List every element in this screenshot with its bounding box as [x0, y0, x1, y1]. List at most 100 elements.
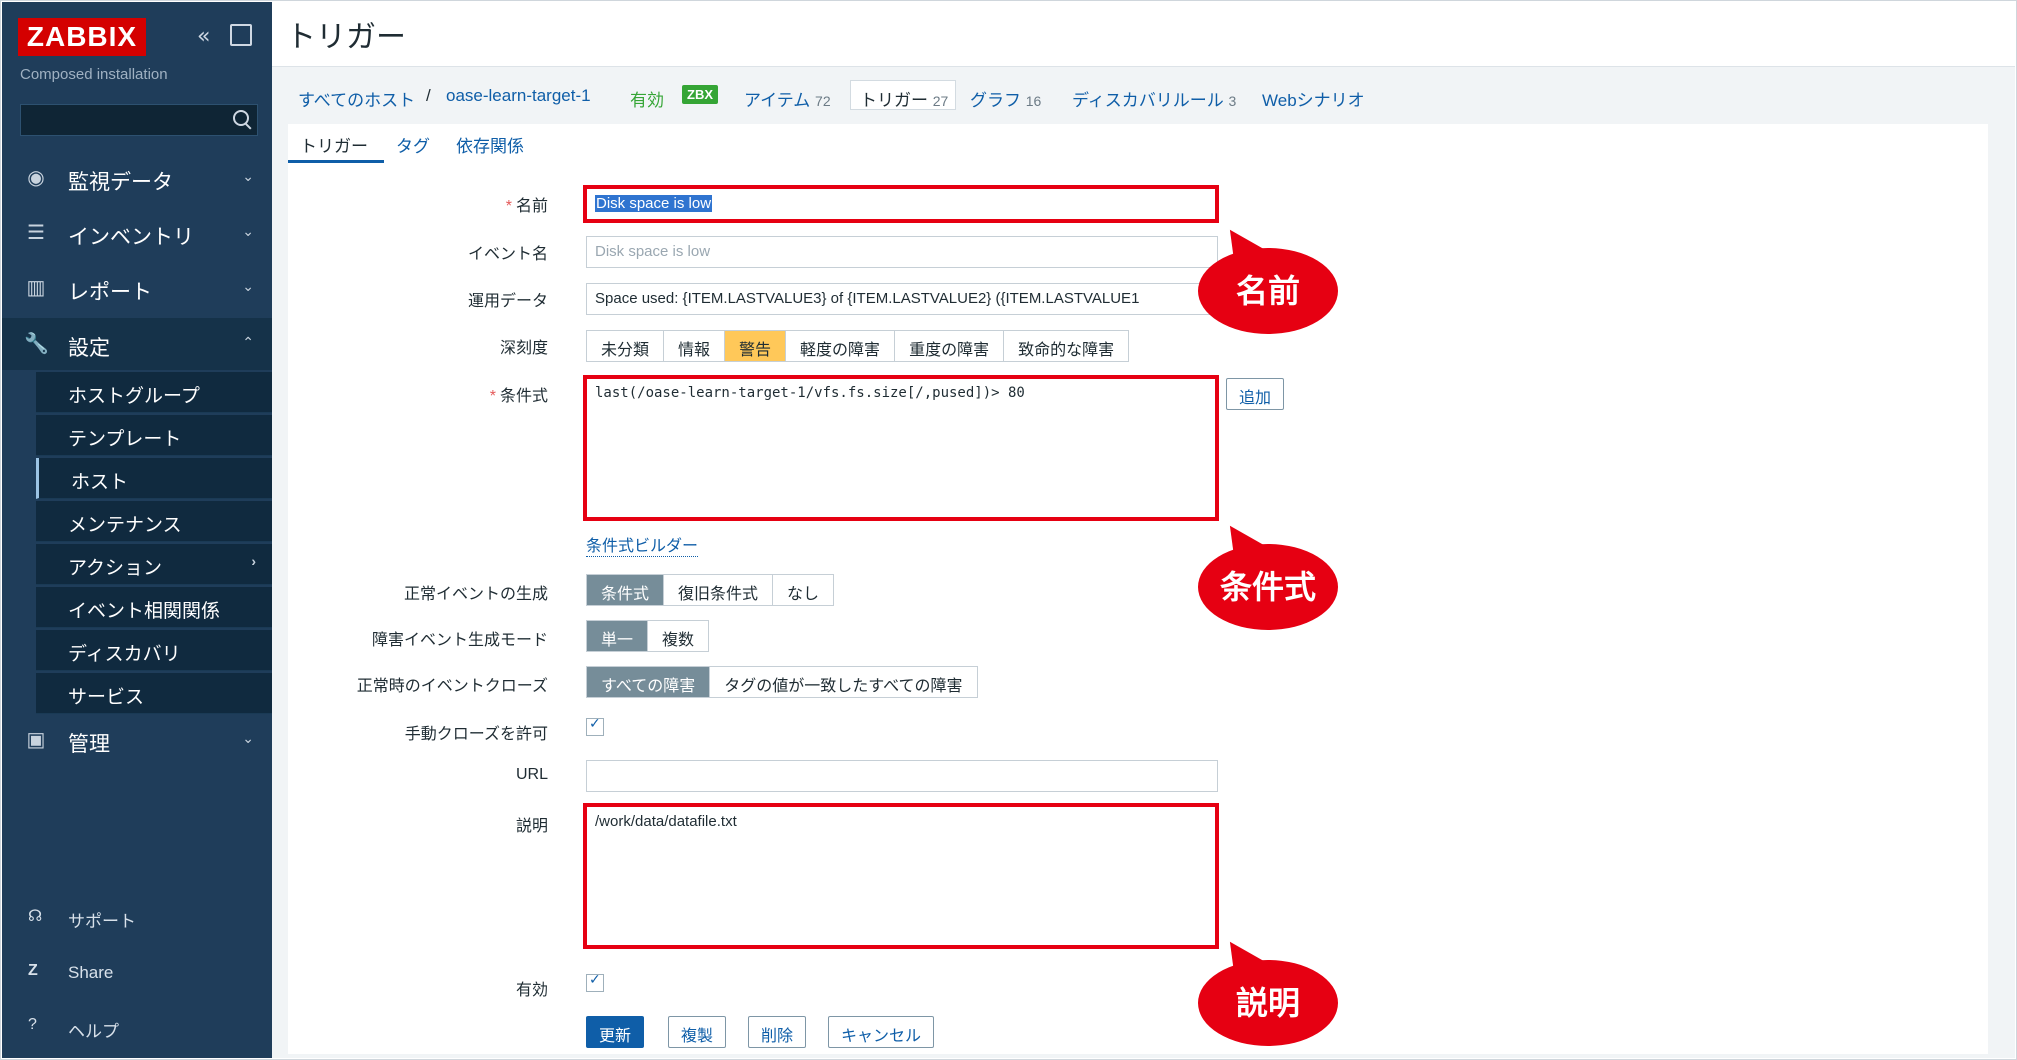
sidebar-item-monitoring[interactable]: ◉ 監視データ ⌄ — [2, 152, 272, 204]
share-icon: Z — [28, 962, 38, 979]
problem-mode-single[interactable]: 単一 — [587, 621, 649, 651]
sidebar-help[interactable]: ? ヘルプ — [2, 1006, 272, 1050]
severity-label: 深刻度 — [499, 340, 548, 357]
chevron-down-icon: ⌄ — [242, 168, 254, 184]
breadcrumb-graphs[interactable]: グラフ 16 — [970, 86, 1041, 111]
chevron-right-icon: › — [251, 553, 256, 569]
collapse-icon[interactable]: « — [197, 24, 210, 49]
event-name-input[interactable]: Disk space is low — [586, 236, 1218, 268]
sidebar-item-administration[interactable]: ▣ 管理 ⌄ — [2, 714, 272, 766]
chevron-down-icon: ⌄ — [242, 278, 254, 294]
ok-event-none[interactable]: なし — [773, 575, 833, 605]
sidebar-subitem-event-correlation[interactable]: イベント相関関係 — [36, 587, 272, 628]
sidebar-item-configuration[interactable]: 🔧 設定 ⌃ — [2, 318, 272, 370]
manual-close-label: 手動クローズを許可 — [404, 726, 548, 743]
description-callout: 説明 — [1198, 960, 1338, 1046]
add-expression-button[interactable]: 追加 — [1226, 378, 1285, 410]
breadcrumb-host[interactable]: oase-learn-target-1 — [446, 86, 591, 106]
enabled-label: 有効 — [515, 982, 548, 999]
name-label: * 名前 — [505, 198, 548, 215]
breadcrumb-discovery-rules[interactable]: ディスカバリルール 3 — [1072, 86, 1236, 111]
sidebar-item-reports[interactable]: ▥ レポート ⌄ — [2, 262, 272, 314]
ok-event-generation-selector: 条件式 復旧条件式 なし — [586, 574, 835, 606]
sidebar-subitem-actions[interactable]: アクション › — [36, 544, 272, 585]
tab-tags[interactable]: タグ — [396, 132, 430, 157]
operational-data-input[interactable]: Space used: {ITEM.LASTVALUE3} of {ITEM.L… — [586, 283, 1218, 315]
search-icon[interactable] — [233, 110, 249, 126]
tab-dependencies[interactable]: 依存関係 — [456, 132, 524, 157]
sidebar: ZABBIX « Composed installation ◉ 監視データ ⌄… — [2, 2, 275, 1058]
description-label: 説明 — [515, 818, 548, 835]
cancel-button[interactable]: キャンセル — [828, 1016, 935, 1048]
sidebar-item-label: レポート — [68, 281, 152, 304]
bar-chart-icon: ▥ — [26, 277, 46, 299]
main-content: トリガー すべてのホスト / oase-learn-target-1 有効 ZB… — [272, 2, 2015, 1058]
trigger-form: * 名前 Disk space is low イベント名 Disk space i… — [288, 164, 1988, 1054]
ok-event-closes-selector: すべての障害 タグの値が一致したすべての障害 — [586, 666, 978, 698]
sidebar-subitem-maintenance[interactable]: メンテナンス — [36, 501, 272, 542]
sidebar-subitem-hosts[interactable]: ホスト — [36, 458, 275, 499]
name-input[interactable]: Disk space is low — [586, 188, 1218, 220]
sidebar-item-label: 管理 — [68, 733, 110, 756]
breadcrumb-all-hosts[interactable]: すべてのホスト — [298, 86, 415, 111]
sidebar-subitem-discovery[interactable]: ディスカバリ — [36, 630, 272, 671]
severity-warning[interactable]: 警告 — [725, 331, 787, 361]
severity-high[interactable]: 重度の障害 — [895, 331, 1005, 361]
sidebar-subitem-services[interactable]: サービス — [36, 673, 272, 714]
chevron-down-icon: ⌄ — [242, 223, 254, 239]
eye-icon: ◉ — [27, 167, 45, 189]
description-textarea[interactable]: /work/data/datafile.txt — [586, 806, 1218, 946]
expression-callout: 条件式 — [1198, 544, 1338, 630]
ok-event-closes-label: 正常時のイベントクローズ — [356, 678, 548, 695]
breadcrumb-separator: / — [426, 86, 431, 105]
sidebar-search-input[interactable] — [20, 104, 258, 136]
ok-event-recovery-expression[interactable]: 復旧条件式 — [664, 575, 774, 605]
ok-event-expression[interactable]: 条件式 — [587, 575, 665, 605]
severity-information[interactable]: 情報 — [664, 331, 726, 361]
update-button[interactable]: 更新 — [586, 1016, 645, 1048]
breadcrumb-items[interactable]: アイテム 72 — [744, 86, 831, 111]
sidebar-item-inventory[interactable]: ☰ インベントリ ⌄ — [2, 207, 272, 259]
severity-average[interactable]: 軽度の障害 — [786, 331, 896, 361]
chevron-up-icon: ⌃ — [242, 334, 254, 350]
severity-not-classified[interactable]: 未分類 — [587, 331, 665, 361]
ok-event-generation-label: 正常イベントの生成 — [403, 586, 548, 603]
wrench-icon: 🔧 — [24, 333, 49, 355]
ok-close-all-problems[interactable]: すべての障害 — [587, 667, 711, 697]
event-name-label: イベント名 — [467, 246, 548, 263]
kiosk-mode-icon[interactable] — [230, 24, 252, 46]
url-label: URL — [515, 766, 548, 783]
sidebar-subitem-templates[interactable]: テンプレート — [36, 415, 272, 456]
enabled-checkbox[interactable] — [586, 972, 604, 992]
ok-close-tag-match[interactable]: タグの値が一致したすべての障害 — [710, 667, 976, 697]
installation-subtitle: Composed installation — [20, 66, 168, 83]
breadcrumb-triggers[interactable]: トリガー 27 — [860, 86, 948, 111]
problem-mode-label: 障害イベント生成モード — [371, 632, 548, 649]
sidebar-item-label: 設定 — [68, 337, 110, 360]
sidebar-share[interactable]: Z Share — [2, 952, 272, 996]
zabbix-logo[interactable]: ZABBIX — [18, 18, 146, 56]
page-title: トリガー — [286, 21, 406, 54]
zbx-availability-badge: ZBX — [682, 85, 718, 104]
tab-trigger[interactable]: トリガー — [300, 132, 368, 157]
sidebar-subitem-host-groups[interactable]: ホストグループ — [36, 372, 272, 413]
url-input[interactable] — [586, 760, 1218, 792]
chevron-down-icon: ⌄ — [242, 730, 254, 746]
operational-data-label: 運用データ — [467, 293, 548, 310]
delete-button[interactable]: 削除 — [748, 1016, 807, 1048]
headset-icon: ☊ — [28, 908, 43, 925]
breadcrumb-web-scenarios[interactable]: Webシナリオ — [1262, 86, 1365, 111]
expression-builder-link[interactable]: 条件式ビルダー — [586, 532, 699, 557]
severity-disaster[interactable]: 致命的な障害 — [1004, 331, 1128, 361]
problem-mode-selector: 単一 複数 — [586, 620, 710, 652]
host-status-enabled[interactable]: 有効 — [630, 86, 664, 111]
sidebar-support[interactable]: ☊ サポート — [2, 896, 272, 940]
list-icon: ☰ — [27, 222, 45, 244]
severity-selector: 未分類 情報 警告 軽度の障害 重度の障害 致命的な障害 — [586, 330, 1130, 362]
manual-close-checkbox[interactable] — [586, 716, 604, 736]
expression-textarea[interactable]: last(/oase-learn-target-1/vfs.fs.size[/,… — [586, 378, 1218, 518]
problem-mode-multiple[interactable]: 複数 — [648, 621, 708, 651]
clone-button[interactable]: 複製 — [668, 1016, 727, 1048]
page-header: トリガー — [272, 2, 2015, 67]
sidebar-item-label: 監視データ — [68, 171, 173, 194]
